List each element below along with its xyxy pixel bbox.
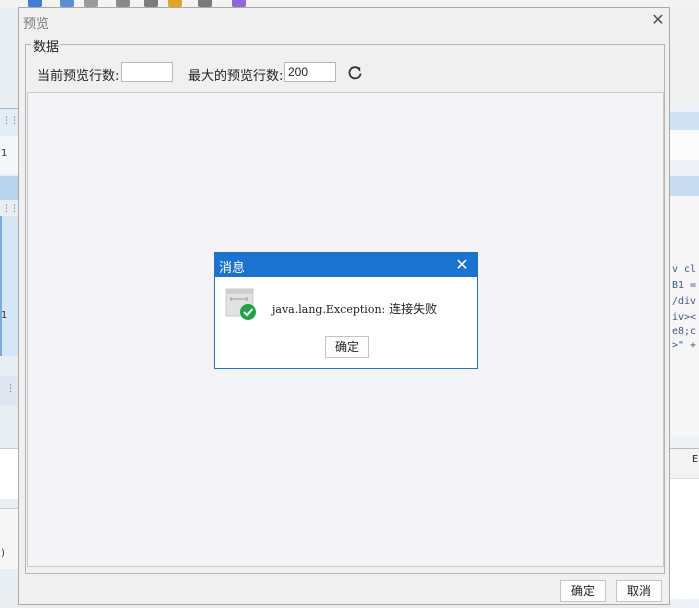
message-ok-button[interactable]: 确定 <box>325 336 369 358</box>
error-text: 连接失败 <box>389 302 438 316</box>
message-titlebar: 消息 ✕ <box>215 253 477 277</box>
toolbar-undo-icon[interactable] <box>60 0 74 7</box>
message-dialog: 消息 ✕ java.lang.Exception: 连接失败 确定 <box>214 252 478 369</box>
refresh-icon[interactable] <box>345 63 365 83</box>
close-icon[interactable]: ✕ <box>453 256 471 274</box>
message-title: 消息 <box>219 261 246 276</box>
current-rows-input[interactable] <box>121 62 173 82</box>
code-line: v cl <box>672 264 697 275</box>
cancel-button[interactable]: 取消 <box>616 580 662 602</box>
toolbar-paste-icon[interactable] <box>168 0 182 7</box>
dialog-title: 预览 <box>23 17 50 32</box>
background-left-pane: ⋮⋮ 1 ⋮⋮ 1 ⋮⋮ ) <box>0 8 23 607</box>
column-header-text: E <box>692 454 699 465</box>
success-check-icon <box>225 287 257 321</box>
code-line: B1 = <box>672 280 697 291</box>
row-number: ) <box>1 548 5 559</box>
drag-handle-icon[interactable]: ⋮⋮ <box>2 204 19 214</box>
exception-text: java.lang.Exception: <box>272 303 386 316</box>
code-line: /div <box>672 296 697 307</box>
max-rows-input[interactable] <box>284 62 336 82</box>
drag-handle-icon[interactable]: ⋮⋮ <box>2 116 19 126</box>
background-right-pane: v cl B1 = /div iv>< e8;c >" + E <box>670 8 699 607</box>
toolbar-v-icon[interactable] <box>232 0 246 7</box>
message-text: java.lang.Exception: 连接失败 <box>272 300 437 317</box>
row-number: 1 <box>1 310 8 321</box>
row-number: 1 <box>1 148 8 159</box>
toolbar-copy-icon[interactable] <box>144 0 158 7</box>
code-line: >" + <box>672 340 697 351</box>
ok-button[interactable]: 确定 <box>560 580 606 602</box>
toolbar-delete-icon[interactable] <box>198 0 212 7</box>
code-line: e8;c <box>672 326 697 337</box>
max-rows-label: 最大的预览行数: <box>188 69 284 84</box>
group-label: 数据 <box>31 36 62 55</box>
current-rows-label: 当前预览行数: <box>37 69 120 84</box>
toolbar-cluster-icon[interactable] <box>116 0 130 7</box>
code-line: iv>< <box>672 312 697 323</box>
toolbar-redo-icon[interactable] <box>84 0 98 7</box>
toolbar-save-icon[interactable] <box>28 0 42 7</box>
close-icon[interactable]: ✕ <box>649 11 667 29</box>
